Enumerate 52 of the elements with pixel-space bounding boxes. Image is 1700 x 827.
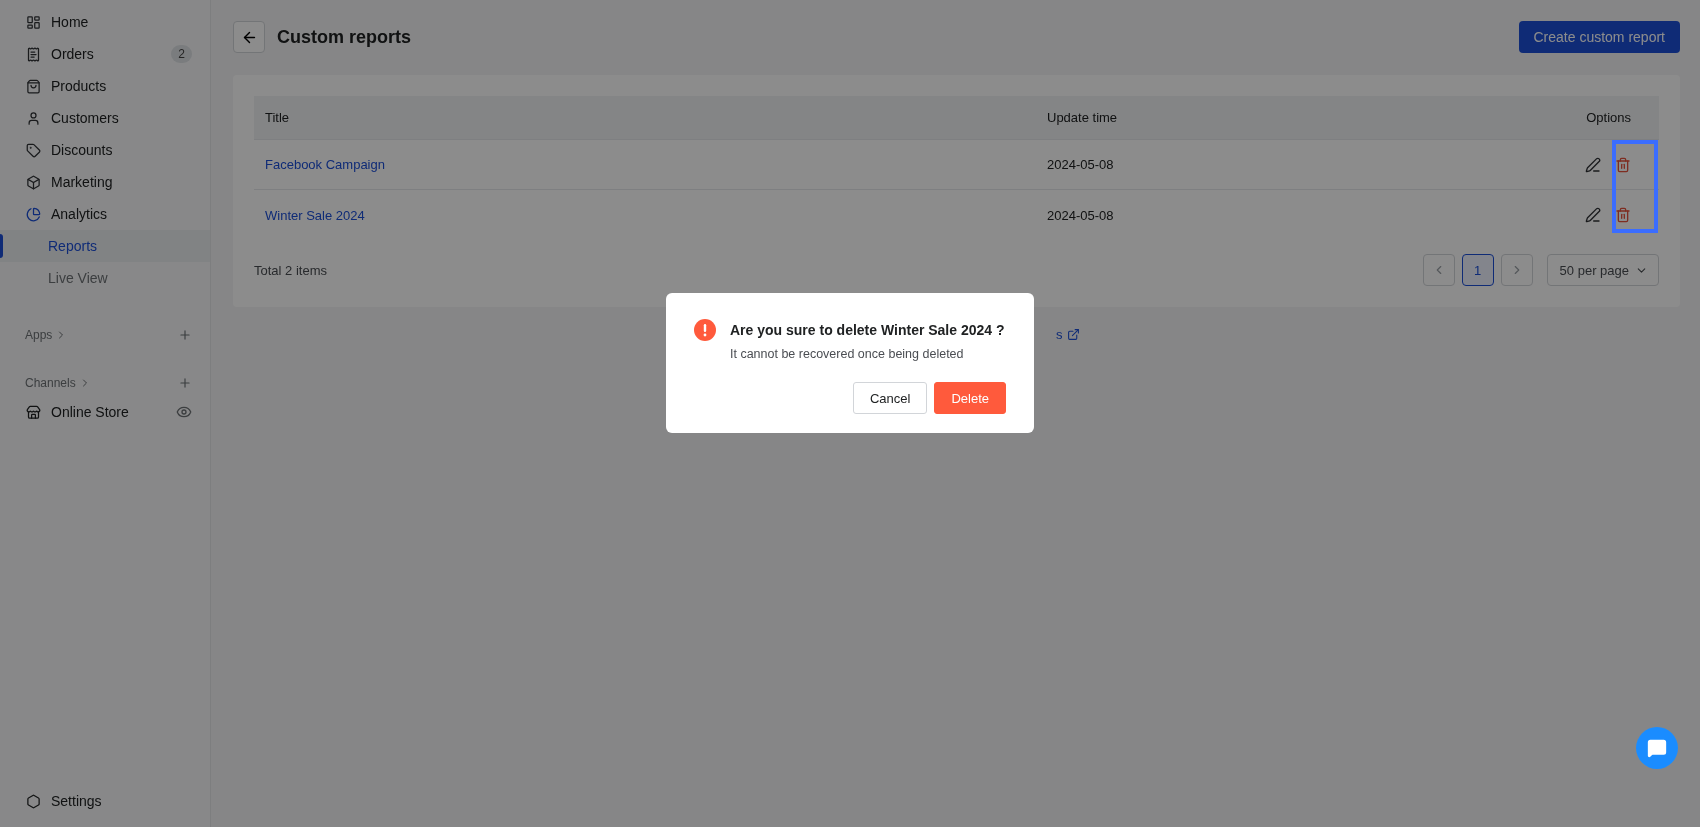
sidebar-item[interactable]: Marketing [0, 166, 210, 198]
person-icon [26, 110, 41, 126]
sidebar-item[interactable]: Products [0, 70, 210, 102]
table-cell-text: 2024-05-08 [1047, 207, 1115, 223]
section-header[interactable]: Channels [25, 376, 178, 390]
chat-icon[interactable] [1647, 738, 1667, 758]
back-button[interactable] [233, 21, 265, 53]
chat-button[interactable] [1636, 727, 1678, 769]
page-button[interactable]: 1 [1461, 254, 1494, 286]
total-count: Total 2 items [254, 262, 328, 278]
sidebar-item[interactable]: Customers [0, 102, 210, 134]
help-link[interactable]: s [1056, 327, 1080, 342]
sidebar-subitem[interactable]: Live View [0, 262, 210, 294]
cube-icon [26, 174, 41, 190]
add-icon[interactable] [178, 328, 192, 342]
settings-icon [26, 793, 41, 809]
section-header[interactable]: Apps [25, 328, 178, 342]
page-size-select[interactable]: 50 per page [1546, 254, 1659, 286]
edit-icon[interactable] [1585, 207, 1601, 223]
sidebar-item[interactable]: Discounts [0, 134, 210, 166]
sidebar-item[interactable]: Orders 2 [0, 38, 210, 70]
sidebar-item[interactable]: Home [0, 6, 210, 38]
count-badge: 2 [171, 45, 192, 63]
add-icon[interactable] [178, 376, 192, 390]
sidebar-item[interactable]: Online Store [0, 396, 210, 428]
sidebar-item[interactable]: Settings [0, 785, 210, 817]
dashboard-icon [26, 14, 41, 30]
external-link-icon [1066, 328, 1080, 341]
delete-button[interactable]: Delete [934, 382, 1006, 414]
page-title: Custom reports [277, 26, 412, 48]
cancel-button[interactable]: Cancel [852, 382, 928, 414]
report-link[interactable]: Facebook Campaign [265, 157, 385, 172]
sidebar-subitem[interactable]: Reports [0, 230, 210, 262]
bag-icon [26, 78, 41, 94]
tag-icon [26, 142, 41, 158]
sidebar-item[interactable]: Analytics [0, 198, 210, 230]
warning-icon [694, 319, 716, 341]
column-header: Title [265, 110, 291, 125]
trash-icon[interactable] [1615, 207, 1631, 223]
column-header: Update time [1047, 110, 1119, 125]
edit-icon[interactable] [1585, 156, 1601, 173]
create-button[interactable]: Create custom report [1518, 21, 1680, 53]
receipt-icon [26, 46, 41, 62]
dialog-message: It cannot be recovered once being deleted [730, 347, 965, 361]
report-link[interactable]: Winter Sale 2024 [265, 207, 365, 223]
eye-icon[interactable] [176, 404, 192, 420]
pie-chart-icon [26, 206, 41, 222]
trash-icon[interactable] [1615, 156, 1631, 173]
dialog-title: Are you sure to delete Winter Sale 2024 ? [730, 321, 1006, 340]
store-icon [26, 404, 41, 420]
column-header: Options [1585, 110, 1631, 125]
table-cell-text: 2024-05-08 [1047, 157, 1115, 172]
